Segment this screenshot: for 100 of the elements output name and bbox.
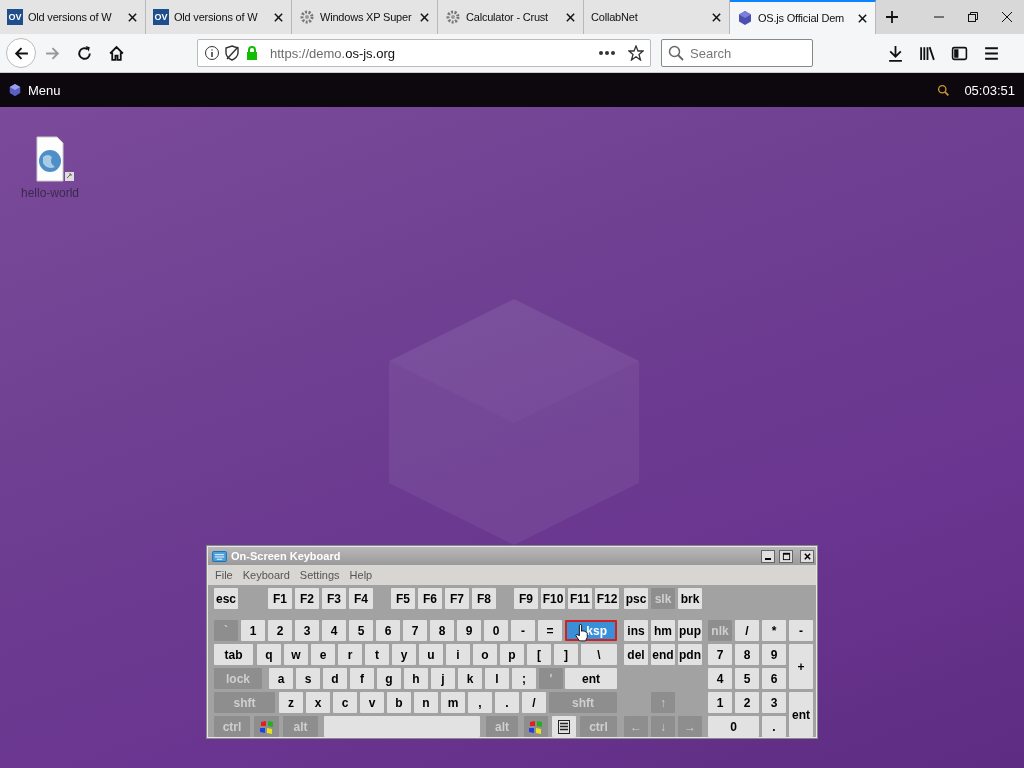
address-bar[interactable]: https://demo.os-js.org xyxy=(197,39,651,67)
keycap[interactable]: 6 xyxy=(762,668,786,689)
keycap[interactable]: F12 xyxy=(595,588,619,609)
keycap[interactable]: 1 xyxy=(708,692,732,713)
menu-item[interactable]: Keyboard xyxy=(242,569,290,581)
keycap[interactable]: 5 xyxy=(735,668,759,689)
keycap[interactable]: 8 xyxy=(430,620,454,641)
close-icon[interactable] xyxy=(273,11,284,23)
keycap[interactable]: F8 xyxy=(472,588,496,609)
keycap[interactable]: n xyxy=(414,692,438,713)
restore-icon[interactable] xyxy=(967,11,979,23)
keycap[interactable]: = xyxy=(538,620,562,641)
keycap[interactable]: b xyxy=(387,692,411,713)
keycap[interactable]: \ xyxy=(581,644,617,665)
search-field[interactable]: Search xyxy=(661,39,813,67)
keycap[interactable]: 3 xyxy=(295,620,319,641)
keycap[interactable]: F9 xyxy=(514,588,538,609)
close-icon[interactable] xyxy=(1001,11,1013,23)
keycap[interactable]: F4 xyxy=(349,588,373,609)
menu-item[interactable]: Help xyxy=(349,569,373,581)
browser-tab[interactable]: OV Old versions of W xyxy=(0,0,146,34)
keycap[interactable]: 7 xyxy=(708,644,732,665)
keycap[interactable]: pdn xyxy=(678,644,702,665)
close-icon[interactable] xyxy=(127,11,138,23)
maximize-button[interactable] xyxy=(779,549,793,563)
close-icon[interactable] xyxy=(711,11,722,23)
keycap[interactable]: , xyxy=(468,692,492,713)
keycap[interactable]: del xyxy=(624,644,648,665)
keycap[interactable]: F6 xyxy=(418,588,442,609)
keycap[interactable]: u xyxy=(419,644,443,665)
keycap[interactable]: ent xyxy=(565,668,617,689)
keycap[interactable]: 4 xyxy=(322,620,346,641)
menu-button[interactable]: Menu xyxy=(8,82,61,98)
keycap[interactable]: esc xyxy=(214,588,238,609)
menu-icon[interactable] xyxy=(983,44,1000,62)
browser-tab[interactable]: CollabNet xyxy=(584,0,730,34)
keycap[interactable]: o xyxy=(473,644,497,665)
keycap[interactable]: hm xyxy=(651,620,675,641)
keycap[interactable]: 6 xyxy=(376,620,400,641)
close-icon[interactable] xyxy=(419,11,430,23)
close-button[interactable] xyxy=(800,549,814,563)
minimize-button[interactable] xyxy=(761,549,775,563)
home-icon[interactable] xyxy=(108,44,125,62)
keycap[interactable]: 2 xyxy=(268,620,292,641)
keycap[interactable]: 2 xyxy=(735,692,759,713)
windows-key[interactable] xyxy=(524,716,548,737)
keycap[interactable]: tab xyxy=(214,644,253,665)
close-icon[interactable] xyxy=(565,11,576,23)
keycap[interactable]: 4 xyxy=(708,668,732,689)
keycap[interactable]: F11 xyxy=(568,588,592,609)
keycap[interactable]: brk xyxy=(678,588,702,609)
keycap[interactable]: + xyxy=(789,644,813,689)
keycap[interactable]: r xyxy=(338,644,362,665)
windows-key[interactable] xyxy=(254,716,279,737)
keycap[interactable]: m xyxy=(441,692,465,713)
keycap[interactable]: ins xyxy=(624,620,648,641)
keycap[interactable]: e xyxy=(311,644,335,665)
keycap[interactable]: k xyxy=(458,668,482,689)
keycap[interactable]: y xyxy=(392,644,416,665)
more-icon[interactable] xyxy=(598,50,616,56)
keycap[interactable]: x xyxy=(306,692,330,713)
browser-tab[interactable]: Calculator - Crust xyxy=(438,0,584,34)
keycap[interactable]: s xyxy=(296,668,320,689)
keycap[interactable]: h xyxy=(404,668,428,689)
keycap[interactable]: / xyxy=(735,620,759,641)
keycap[interactable]: j xyxy=(431,668,455,689)
library-icon[interactable] xyxy=(919,44,936,62)
keycap[interactable]: ent xyxy=(789,692,813,737)
reload-icon[interactable] xyxy=(76,44,93,62)
keycap[interactable]: . xyxy=(495,692,519,713)
keycap[interactable]: pup xyxy=(678,620,702,641)
keycap[interactable]: z xyxy=(279,692,303,713)
keycap[interactable]: 0 xyxy=(708,716,759,737)
keycap[interactable]: g xyxy=(377,668,401,689)
keycap[interactable]: - xyxy=(511,620,535,641)
keycap[interactable]: 0 xyxy=(484,620,508,641)
keycap[interactable]: F10 xyxy=(541,588,565,609)
keycap[interactable]: F5 xyxy=(391,588,415,609)
menu-item[interactable]: File xyxy=(215,569,233,581)
keycap[interactable]: l xyxy=(485,668,509,689)
keycap[interactable]: i xyxy=(446,644,470,665)
keycap[interactable]: p xyxy=(500,644,524,665)
keycap[interactable]: 9 xyxy=(457,620,481,641)
menu-item[interactable]: Settings xyxy=(299,569,340,581)
search-icon[interactable] xyxy=(937,83,951,97)
keycap[interactable]: F7 xyxy=(445,588,469,609)
keycap[interactable]: f xyxy=(350,668,374,689)
shield-icon[interactable] xyxy=(224,45,240,61)
keycap[interactable]: ] xyxy=(554,644,578,665)
download-icon[interactable] xyxy=(887,44,904,62)
info-icon[interactable] xyxy=(204,45,220,61)
keycap[interactable]: a xyxy=(269,668,293,689)
sidebar-icon[interactable] xyxy=(951,44,968,62)
keycap[interactable]: q xyxy=(257,644,281,665)
star-icon[interactable] xyxy=(628,45,644,61)
keycap[interactable]: F2 xyxy=(295,588,319,609)
new-tab-icon[interactable] xyxy=(885,10,899,24)
keycap[interactable]: 1 xyxy=(241,620,265,641)
keycap[interactable]: 7 xyxy=(403,620,427,641)
keycap[interactable]: 3 xyxy=(762,692,786,713)
